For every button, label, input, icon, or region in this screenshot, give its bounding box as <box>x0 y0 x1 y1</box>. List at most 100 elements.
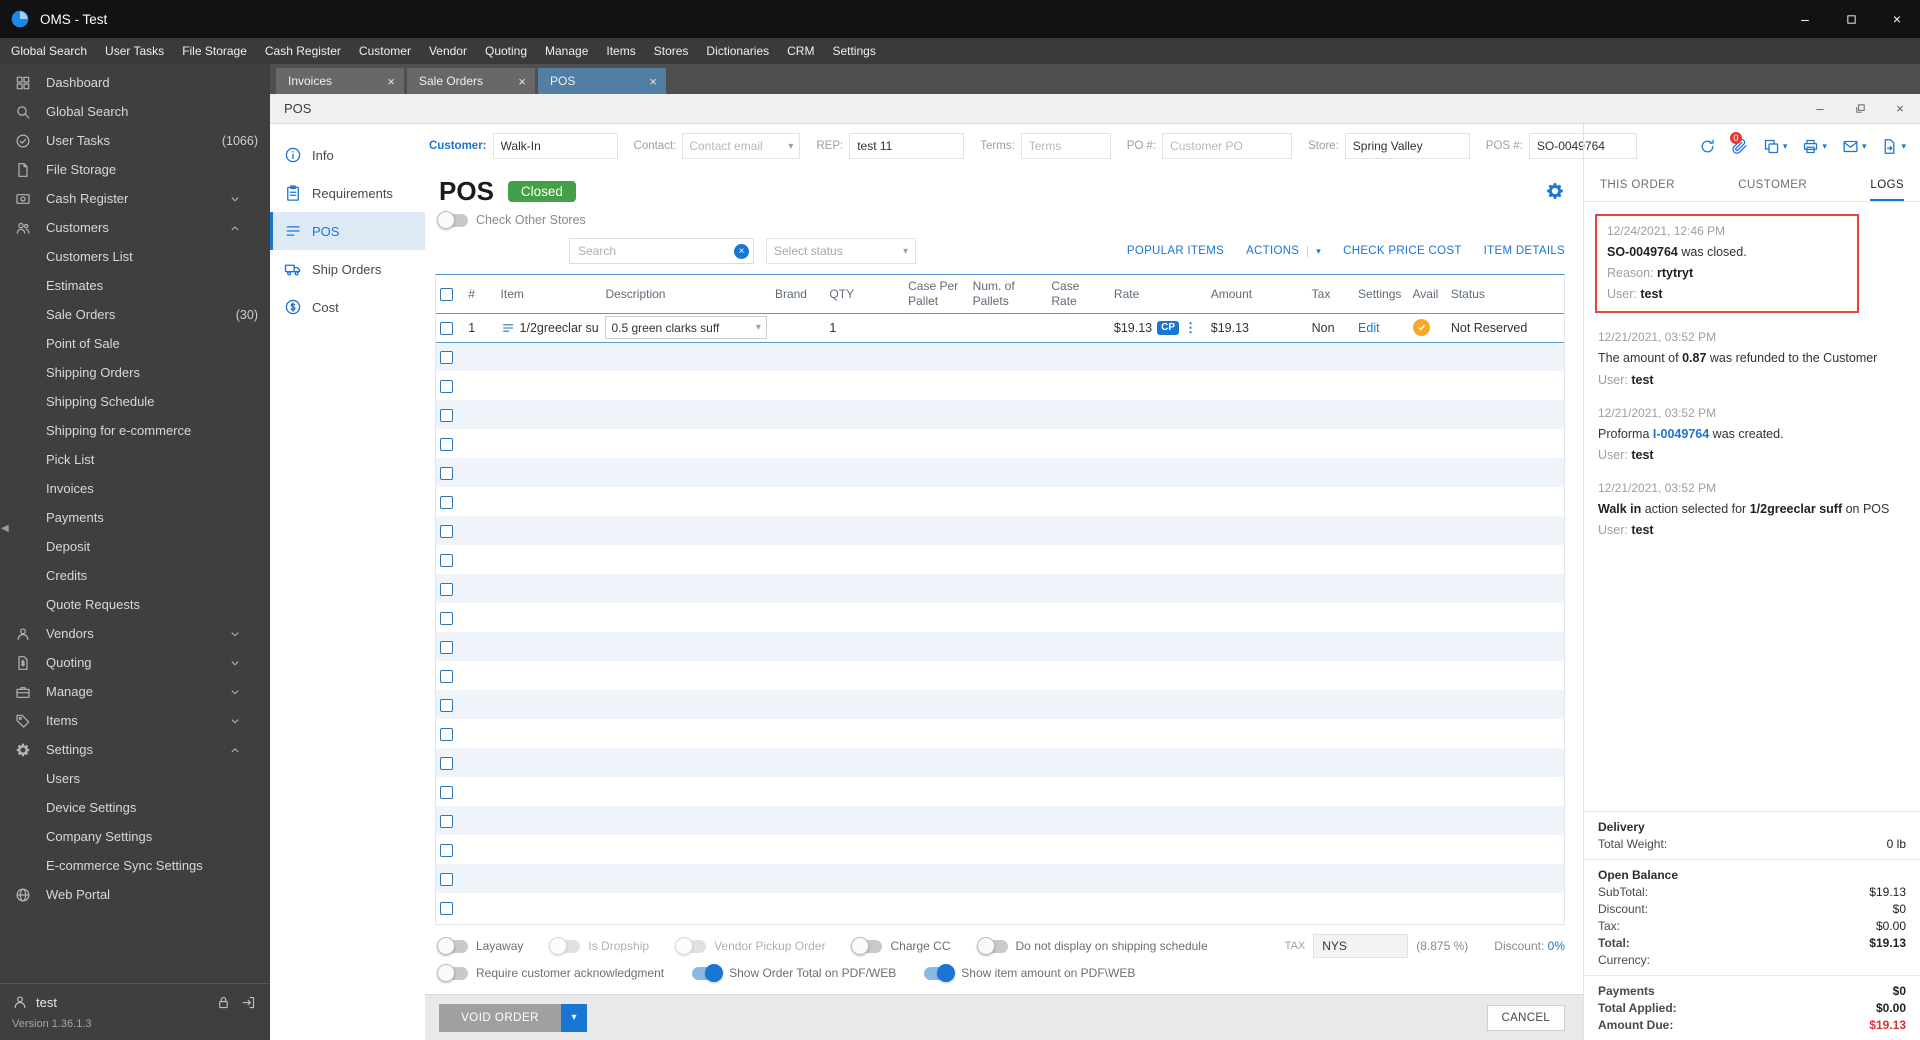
row-checkbox[interactable] <box>440 727 453 741</box>
sidebar-item-items[interactable]: Items <box>0 706 270 735</box>
sidebar-item-sale-orders[interactable]: Sale Orders (30) <box>0 300 270 329</box>
sidebar-item-device-settings[interactable]: Device Settings <box>0 793 270 822</box>
row-checkbox[interactable] <box>440 843 453 857</box>
menu-manage[interactable]: Manage <box>536 44 597 58</box>
check-price-cost-button[interactable]: CHECK PRICE COST <box>1343 245 1462 257</box>
sidebar-item-vendors[interactable]: Vendors <box>0 619 270 648</box>
field-po_number-input[interactable] <box>1162 133 1293 159</box>
sidebar-item-estimates[interactable]: Estimates <box>0 271 270 300</box>
field-contact-select[interactable]: Contact email ▾ <box>682 133 801 159</box>
sidebar-item-invoices[interactable]: Invoices <box>0 474 270 503</box>
tab-invoices[interactable]: Invoices × <box>276 68 404 94</box>
dropdown-caret-icon[interactable]: ▾ <box>1822 141 1827 152</box>
sidebar-item-settings[interactable]: Settings <box>0 735 270 764</box>
sidebar-item-global-search[interactable]: Global Search <box>0 97 270 126</box>
tab-close-icon[interactable]: × <box>387 74 395 89</box>
sidebar-item-quote-requests[interactable]: Quote Requests <box>0 590 270 619</box>
row-checkbox[interactable] <box>440 640 453 654</box>
action-refresh[interactable] <box>1699 138 1716 155</box>
row-checkbox[interactable] <box>440 321 453 335</box>
tab-close-icon[interactable]: × <box>518 74 526 89</box>
column-header-case-rate[interactable]: Case Rate <box>1047 275 1110 314</box>
row-checkbox[interactable] <box>440 553 453 567</box>
menu-crm[interactable]: CRM <box>778 44 823 58</box>
actions-button[interactable]: ACTIONS ▾ <box>1246 245 1321 257</box>
description-select[interactable]: 0.5 green clarks suff ▾ <box>605 316 767 339</box>
column-header-brand[interactable]: Brand <box>770 275 826 314</box>
action-paperclip[interactable]: 0 <box>1729 131 1748 155</box>
lock-icon[interactable] <box>216 995 231 1010</box>
menu-stores[interactable]: Stores <box>645 44 698 58</box>
clear-search-icon[interactable]: × <box>734 243 749 259</box>
menu-quoting[interactable]: Quoting <box>476 44 536 58</box>
menu-settings[interactable]: Settings <box>823 44 884 58</box>
sidebar-item-pick-list[interactable]: Pick List <box>0 445 270 474</box>
menu-global-search[interactable]: Global Search <box>2 44 96 58</box>
pos-minimize-button[interactable]: – <box>1800 94 1840 123</box>
tab-close-icon[interactable]: × <box>649 74 657 89</box>
pos-nav-cost[interactable]: Cost <box>270 288 425 326</box>
sidebar-item-shipping-for-e-commerce[interactable]: Shipping for e-commerce <box>0 416 270 445</box>
column-header-avail[interactable]: Avail <box>1408 275 1447 314</box>
pos-close-button[interactable]: × <box>1880 94 1920 123</box>
field-store-input[interactable] <box>1344 133 1470 159</box>
sidebar-item-dashboard[interactable]: Dashboard <box>0 68 270 97</box>
status-filter-select[interactable]: Select status ▾ <box>766 238 916 264</box>
sidebar-item-cash-register[interactable]: Cash Register <box>0 184 270 213</box>
menu-cash-register[interactable]: Cash Register <box>256 44 350 58</box>
column-header-tax[interactable]: Tax <box>1307 275 1355 314</box>
action-export[interactable]: ▾ <box>1881 138 1906 155</box>
tab-pos[interactable]: POS × <box>538 68 666 94</box>
column-header-rate[interactable]: Rate <box>1109 275 1207 314</box>
sidebar-item-file-storage[interactable]: File Storage <box>0 155 270 184</box>
panel-tab-logs[interactable]: LOGS <box>1870 168 1904 201</box>
tab-sale-orders[interactable]: Sale Orders × <box>407 68 535 94</box>
column-header-amount[interactable]: Amount <box>1206 275 1308 314</box>
field-rep-input[interactable] <box>849 133 965 159</box>
show-item-amount-on-pdf-web-toggle[interactable] <box>924 964 956 982</box>
settings-gear-icon[interactable] <box>1545 181 1565 201</box>
qty-cell[interactable]: 1 <box>825 313 905 343</box>
action-print[interactable]: ▾ <box>1802 138 1827 155</box>
select-all-checkbox[interactable] <box>440 287 453 301</box>
pos-nav-requirements[interactable]: Requirements <box>270 174 425 212</box>
window-maximize-button[interactable] <box>1828 0 1874 38</box>
column-header-num-of-pallets[interactable]: Num. of Pallets <box>968 275 1048 314</box>
column-header-settings[interactable]: Settings <box>1354 275 1409 314</box>
dropdown-caret-icon[interactable]: ▾ <box>1307 245 1321 257</box>
sidebar-item-credits[interactable]: Credits <box>0 561 270 590</box>
logout-icon[interactable] <box>241 995 256 1010</box>
column-header-[interactable]: # <box>464 275 497 314</box>
item-cell[interactable]: 1/2greeclar su <box>496 313 602 343</box>
sidebar-item-point-of-sale[interactable]: Point of Sale <box>0 329 270 358</box>
popular-items-button[interactable]: POPULAR ITEMS <box>1127 245 1224 257</box>
sidebar-item-customers-list[interactable]: Customers List <box>0 242 270 271</box>
action-mail[interactable]: ▾ <box>1842 138 1866 155</box>
window-minimize-button[interactable]: – <box>1782 0 1828 38</box>
dropdown-caret-icon[interactable]: ▾ <box>1901 141 1906 152</box>
rate-menu-icon[interactable]: ⋮ <box>1184 320 1197 336</box>
require-customer-acknowledgment-toggle[interactable] <box>437 964 468 982</box>
sidebar-item-manage[interactable]: Manage <box>0 677 270 706</box>
menu-file-storage[interactable]: File Storage <box>173 44 256 58</box>
row-checkbox[interactable] <box>440 698 453 712</box>
row-checkbox[interactable] <box>440 524 453 538</box>
row-checkbox[interactable] <box>440 785 453 799</box>
tax-select[interactable]: NYS <box>1313 934 1409 958</box>
menu-vendor[interactable]: Vendor <box>420 44 476 58</box>
row-checkbox[interactable] <box>440 872 453 886</box>
row-checkbox[interactable] <box>440 466 453 480</box>
vendor-pickup-order-toggle[interactable] <box>675 937 707 955</box>
do-not-display-on-shipping-schedule-toggle[interactable] <box>976 937 1008 955</box>
void-order-button[interactable]: VOID ORDER <box>439 1003 561 1032</box>
row-checkbox[interactable] <box>440 379 453 393</box>
row-checkbox[interactable] <box>440 901 453 915</box>
window-close-button[interactable]: × <box>1874 0 1920 38</box>
row-checkbox[interactable] <box>440 495 453 509</box>
column-header-status[interactable]: Status <box>1446 275 1564 314</box>
sidebar-item-customers[interactable]: Customers <box>0 213 270 242</box>
sidebar-item-web-portal[interactable]: Web Portal <box>0 880 270 909</box>
row-checkbox[interactable] <box>440 582 453 596</box>
menu-customer[interactable]: Customer <box>350 44 420 58</box>
dropdown-caret-icon[interactable]: ▾ <box>1783 141 1788 152</box>
